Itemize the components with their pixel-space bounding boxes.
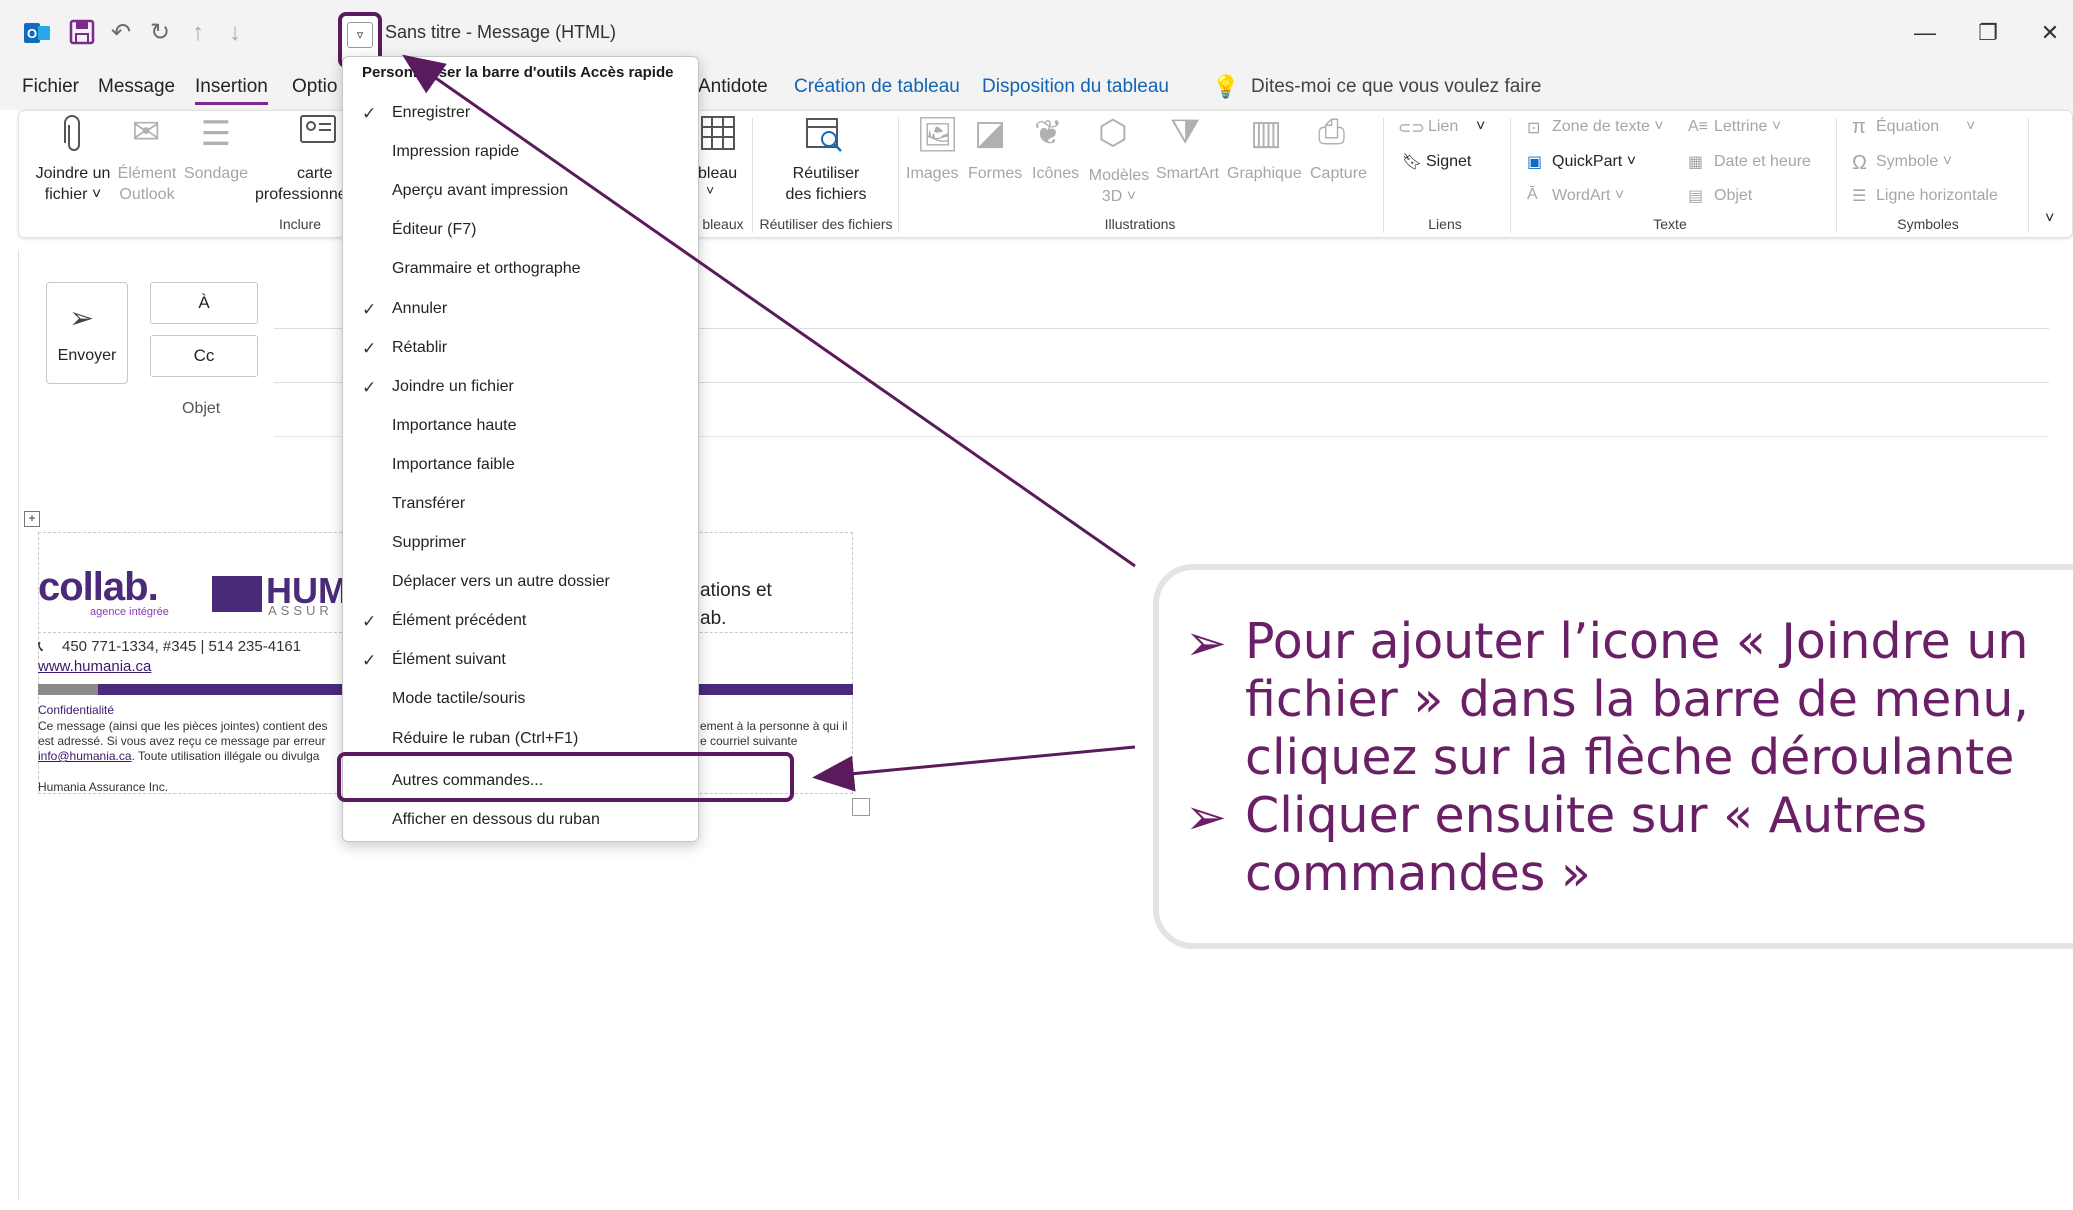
- arrow-to-autres-commandes: [812, 745, 1136, 792]
- annotation-arrows: [402, 54, 1136, 792]
- arrow-to-dropdown: [402, 54, 1136, 568]
